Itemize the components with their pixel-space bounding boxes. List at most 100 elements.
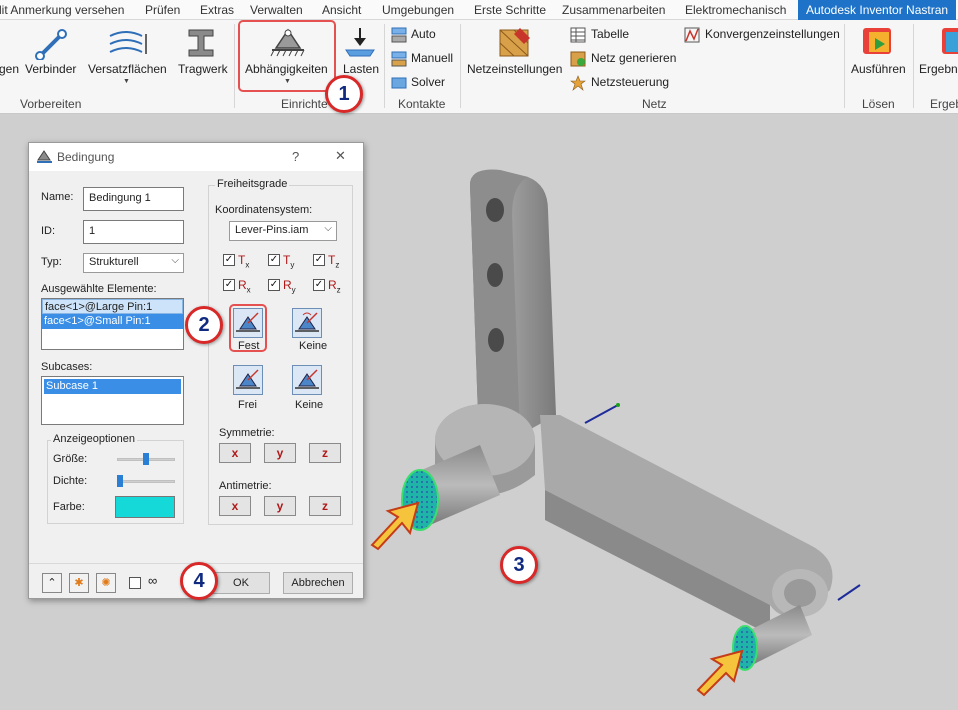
none-button[interactable] xyxy=(292,308,322,338)
typ-select[interactable]: Strukturell ⌵ xyxy=(83,253,184,273)
checkbox-tz[interactable]: ✓ xyxy=(313,254,325,266)
tab-umgebungen[interactable]: Umgebungen xyxy=(382,0,454,20)
ribbon-button-lasten[interactable]: Lasten xyxy=(343,62,379,76)
dialog-title: Bedingung xyxy=(57,150,115,164)
checkbox-tx[interactable]: ✓ xyxy=(223,254,235,266)
name-field[interactable]: Bedingung 1 xyxy=(83,187,184,211)
ribbon-button-auto[interactable]: Auto xyxy=(411,27,436,41)
tab-extras[interactable]: Extras xyxy=(200,0,234,20)
ribbon-button-netz-generieren[interactable]: Netz generieren xyxy=(591,51,676,65)
chevron-down-icon: ⌵ xyxy=(324,223,332,234)
table-icon xyxy=(570,27,586,46)
chevron-down-icon[interactable]: ▼ xyxy=(123,78,130,85)
tab-erste-schritte[interactable]: Erste Schritte xyxy=(474,0,546,20)
color-swatch[interactable] xyxy=(115,496,175,518)
ribbon-button-manuell[interactable]: Manuell xyxy=(411,51,453,65)
star-icon[interactable]: ✱ xyxy=(69,573,89,593)
dialog-title-bar[interactable]: Bedingung ? ✕ xyxy=(29,143,363,171)
size-label: Größe: xyxy=(53,453,88,465)
group-label-loesen: Lösen xyxy=(862,97,895,111)
mesh-settings-icon xyxy=(498,26,532,63)
free-button[interactable] xyxy=(233,365,263,395)
density-slider-thumb[interactable] xyxy=(117,475,123,487)
tab-elektromechanisch[interactable]: Elektromechanisch xyxy=(685,0,786,20)
antimetry-y-button[interactable]: y xyxy=(264,496,296,516)
none2-label: Keine xyxy=(295,399,324,411)
cancel-button[interactable]: Abbrechen xyxy=(283,572,353,594)
density-slider[interactable] xyxy=(117,480,175,483)
ok-button[interactable]: OK xyxy=(212,572,270,594)
none2-button[interactable] xyxy=(292,365,322,395)
highlight-frame xyxy=(238,20,336,92)
symmetry-y-button[interactable]: y xyxy=(264,443,296,463)
ribbon-button-netzeinstellungen[interactable]: Netzeinstellungen xyxy=(467,62,562,76)
antimetry-label: Antimetrie: xyxy=(219,480,272,492)
coordsys-value: Lever-Pins.iam xyxy=(235,224,309,236)
group-separator xyxy=(384,24,385,108)
group-separator xyxy=(234,24,235,108)
ribbon-button-ergebnis[interactable]: Ergebnis xyxy=(919,62,958,76)
color-label: Farbe: xyxy=(53,501,85,513)
list-item[interactable]: Subcase 1 xyxy=(44,379,181,394)
connector-icon xyxy=(34,28,68,63)
coordsys-label: Koordinatensystem: xyxy=(215,204,313,216)
ribbon-button-netzsteuerung[interactable]: Netzsteuerung xyxy=(591,75,669,89)
name-label: Name: xyxy=(41,191,74,203)
size-slider-thumb[interactable] xyxy=(143,453,149,465)
symmetry-z-button[interactable]: z xyxy=(309,443,341,463)
tab-zusammenarbeiten[interactable]: Zusammenarbeiten xyxy=(562,0,665,20)
none-label: Keine xyxy=(299,340,328,352)
dof-ry-label: Ry xyxy=(283,278,296,295)
ribbon-button-konvergenzeinstellungen[interactable]: Konvergenzeinstellungen xyxy=(705,27,840,41)
group-label-netz: Netz xyxy=(642,97,667,111)
dof-tx-label: Tx xyxy=(238,253,250,270)
ribbon-button-verbinder[interactable]: Verbinder xyxy=(25,62,76,76)
preview-checkbox[interactable] xyxy=(129,577,141,589)
ribbon-button-ausfuehren[interactable]: Ausführen xyxy=(851,62,906,76)
ribbon-button-tragwerk[interactable]: Tragwerk xyxy=(178,62,228,76)
tab-ansicht[interactable]: Ansicht xyxy=(322,0,361,20)
close-icon[interactable]: ✕ xyxy=(335,148,346,164)
checkbox-ty[interactable]: ✓ xyxy=(268,254,280,266)
list-item[interactable]: face<1>@Large Pin:1 xyxy=(42,299,183,314)
antimetry-x-button[interactable]: x xyxy=(219,496,251,516)
tab-verwalten[interactable]: Verwalten xyxy=(250,0,303,20)
constraint-icon xyxy=(36,149,54,168)
checkbox-rz[interactable]: ✓ xyxy=(313,279,325,291)
antimetry-z-button[interactable]: z xyxy=(309,496,341,516)
coordsys-select[interactable]: Lever-Pins.iam ⌵ xyxy=(229,221,337,241)
group-label-kontakte: Kontakte xyxy=(398,97,446,111)
tab-anmerkung[interactable]: lit Anmerkung versehen xyxy=(0,0,124,20)
typ-value: Strukturell xyxy=(89,256,139,268)
dof-rz-label: Rz xyxy=(328,278,341,295)
group-label-ergeb: Ergeb xyxy=(930,97,958,111)
group-separator xyxy=(460,24,461,108)
symmetry-x-button[interactable]: x xyxy=(219,443,251,463)
dof-ty-label: Ty xyxy=(283,253,295,270)
group-label-einrichten: Einrichte xyxy=(281,97,328,111)
list-item[interactable]: face<1>@Small Pin:1 xyxy=(42,314,183,329)
elements-list[interactable]: face<1>@Large Pin:1 face<1>@Small Pin:1 xyxy=(41,298,184,350)
ribbon-button-versatzflaechen[interactable]: Versatzflächen xyxy=(88,62,167,76)
display-options-label: Anzeigeoptionen xyxy=(51,433,137,445)
id-field[interactable]: 1 xyxy=(83,220,184,244)
dof-tz-label: Tz xyxy=(328,253,340,270)
subcases-label: Subcases: xyxy=(41,361,93,373)
star-icon[interactable]: ✺ xyxy=(96,573,116,593)
ribbon-tab-bar: lit Anmerkung versehen Prüfen Extras Ver… xyxy=(0,0,958,20)
results-icon xyxy=(940,26,958,63)
ribbon-button-gen[interactable]: gen xyxy=(0,62,19,76)
help-button[interactable]: ? xyxy=(292,149,299,164)
glasses-icon: ∞ xyxy=(148,573,158,588)
tab-pruefen[interactable]: Prüfen xyxy=(145,0,180,20)
ribbon-button-solver[interactable]: Solver xyxy=(411,75,445,89)
id-label: ID: xyxy=(41,225,56,237)
subcases-list[interactable]: Subcase 1 xyxy=(41,376,184,425)
checkbox-rx[interactable]: ✓ xyxy=(223,279,235,291)
tab-inventor-nastran[interactable]: Autodesk Inventor Nastran xyxy=(798,0,957,20)
beam-icon xyxy=(185,26,217,63)
collapse-icon[interactable]: ⌃ xyxy=(42,573,62,593)
density-label: Dichte: xyxy=(53,475,88,487)
checkbox-ry[interactable]: ✓ xyxy=(268,279,280,291)
ribbon-button-tabelle[interactable]: Tabelle xyxy=(591,27,629,41)
